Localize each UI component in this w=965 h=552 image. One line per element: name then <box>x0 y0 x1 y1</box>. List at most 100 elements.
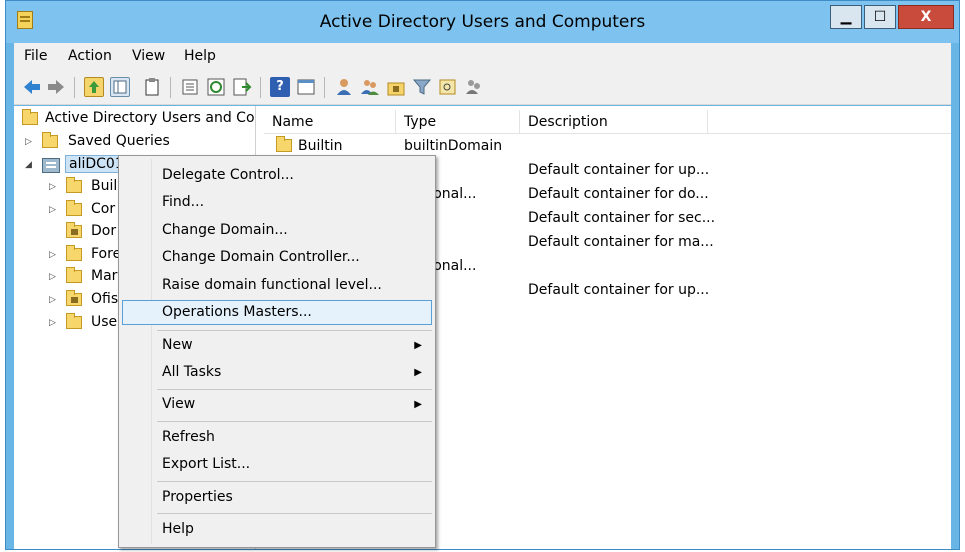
toolbar-separator <box>74 77 75 98</box>
menu-item-label: View <box>162 396 196 412</box>
expand-arrow-icon[interactable]: ▷ <box>49 318 59 328</box>
tree-item-label: Dor <box>91 223 117 239</box>
menu-item-refresh[interactable]: Refresh <box>122 425 432 450</box>
tree-item-label: Mar <box>91 268 118 284</box>
title-bar[interactable]: Active Directory Users and Computers ▁ ☐… <box>6 1 959 43</box>
refresh-icon[interactable] <box>206 77 226 97</box>
column-header-name[interactable]: Name <box>264 110 396 134</box>
expand-arrow-icon[interactable]: ▷ <box>49 272 59 282</box>
menu-bar: File Action View Help <box>14 43 951 71</box>
tree-item-label: Use <box>91 314 118 330</box>
list-row[interactable]: Builtin builtinDomain <box>264 135 951 157</box>
menu-item-label: All Tasks <box>162 364 222 380</box>
menu-separator <box>157 389 432 390</box>
submenu-arrow-icon: ▶ <box>414 367 422 378</box>
tree-item-label: Ofis <box>91 291 119 307</box>
column-header-description[interactable]: Description <box>520 110 708 134</box>
list-header: Name Type Description <box>264 110 951 134</box>
cell-description: Default container for up... <box>528 282 710 298</box>
properties-icon[interactable] <box>180 77 200 97</box>
aduc-root-icon <box>22 109 38 125</box>
collapse-arrow-icon[interactable]: ◢ <box>25 160 35 170</box>
new-user-icon[interactable] <box>334 77 354 97</box>
expand-arrow-icon[interactable]: ▷ <box>25 137 35 147</box>
menu-item-label: Export List... <box>162 456 251 472</box>
show-tree-icon[interactable] <box>110 77 130 97</box>
menu-help[interactable]: Help <box>184 48 216 64</box>
submenu-arrow-icon: ▶ <box>414 340 422 351</box>
menu-separator <box>157 481 432 482</box>
new-ou-icon[interactable] <box>386 77 406 97</box>
ou-folder-icon <box>66 222 82 238</box>
clipboard-icon[interactable] <box>142 77 162 97</box>
menu-item-label: Refresh <box>162 429 215 445</box>
menu-item-all-tasks[interactable]: All Tasks ▶ <box>122 360 432 385</box>
menu-item-raise-functional-level[interactable]: Raise domain functional level... <box>122 273 432 298</box>
cell-description: Default container for up... <box>528 162 710 178</box>
menu-item-delegate-control[interactable]: Delegate Control... <box>122 163 432 188</box>
toolbar-separator <box>324 77 325 98</box>
menu-item-change-domain-controller[interactable]: Change Domain Controller... <box>122 245 432 270</box>
ou-folder-icon <box>66 290 82 306</box>
menu-action[interactable]: Action <box>68 48 112 64</box>
folder-icon <box>66 267 82 283</box>
window-title: Active Directory Users and Computers <box>319 12 646 32</box>
menu-item-help[interactable]: Help <box>122 517 432 542</box>
menu-item-change-domain[interactable]: Change Domain... <box>122 218 432 243</box>
toolbar: ? <box>14 71 951 105</box>
folder-icon <box>66 177 82 193</box>
export-icon[interactable] <box>232 77 252 97</box>
delegate-icon[interactable] <box>464 77 484 97</box>
menu-item-operations-masters[interactable]: Operations Masters... <box>122 300 432 325</box>
expand-arrow-icon[interactable]: ▷ <box>49 295 59 305</box>
maximize-button[interactable]: ☐ <box>864 5 896 29</box>
menu-item-label: Change Domain... <box>162 222 288 238</box>
close-button[interactable]: X <box>898 5 954 29</box>
tree-item-label: Fore <box>91 246 122 262</box>
menu-item-label: Change Domain Controller... <box>162 249 360 265</box>
cell-type: builtinDomain <box>404 138 503 154</box>
menu-file[interactable]: File <box>24 48 47 64</box>
menu-item-label: Help <box>162 521 194 537</box>
help-icon[interactable]: ? <box>270 77 290 97</box>
expand-arrow-icon[interactable]: ▷ <box>49 182 59 192</box>
view-icon[interactable] <box>296 77 316 97</box>
menu-item-export-list[interactable]: Export List... <box>122 452 432 477</box>
menu-separator <box>157 421 432 422</box>
menu-item-find[interactable]: Find... <box>122 190 432 215</box>
tree-item-label: Buil <box>91 178 118 194</box>
up-folder-icon[interactable] <box>84 77 104 97</box>
menu-item-properties[interactable]: Properties <box>122 485 432 510</box>
menu-item-label: Delegate Control... <box>162 167 294 183</box>
folder-icon <box>66 200 82 216</box>
toolbar-separator <box>260 77 261 98</box>
menu-item-label: Operations Masters... <box>162 304 312 320</box>
cell-name: Builtin <box>298 138 343 154</box>
menu-item-label: New <box>162 337 193 353</box>
menu-item-label: Raise domain functional level... <box>162 277 382 293</box>
folder-icon <box>66 245 82 261</box>
new-group-icon[interactable] <box>360 77 380 97</box>
menu-item-view[interactable]: View ▶ <box>122 392 432 417</box>
menu-item-label: Properties <box>162 489 233 505</box>
cell-description: Default container for do... <box>528 186 709 202</box>
column-header-type[interactable]: Type <box>396 110 520 134</box>
toolbar-separator <box>170 77 171 98</box>
menu-item-new[interactable]: New ▶ <box>122 333 432 358</box>
expand-arrow-icon[interactable]: ▷ <box>49 205 59 215</box>
tree-item-label: Cor <box>91 201 116 217</box>
menu-view[interactable]: View <box>132 48 165 64</box>
expand-arrow-icon[interactable]: ▷ <box>49 250 59 260</box>
find-icon[interactable] <box>438 77 458 97</box>
minimize-button[interactable]: ▁ <box>830 5 862 29</box>
cell-description: Default container for ma... <box>528 234 714 250</box>
folder-icon <box>42 132 58 148</box>
filter-icon[interactable] <box>412 77 432 97</box>
context-menu: Delegate Control... Find... Change Domai… <box>118 155 436 548</box>
tree-root-label: Active Directory Users and Com <box>45 110 256 126</box>
back-icon[interactable] <box>22 77 42 97</box>
forward-icon[interactable] <box>46 77 66 97</box>
domain-icon <box>42 158 60 173</box>
menu-separator <box>157 513 432 514</box>
folder-icon <box>276 136 292 152</box>
